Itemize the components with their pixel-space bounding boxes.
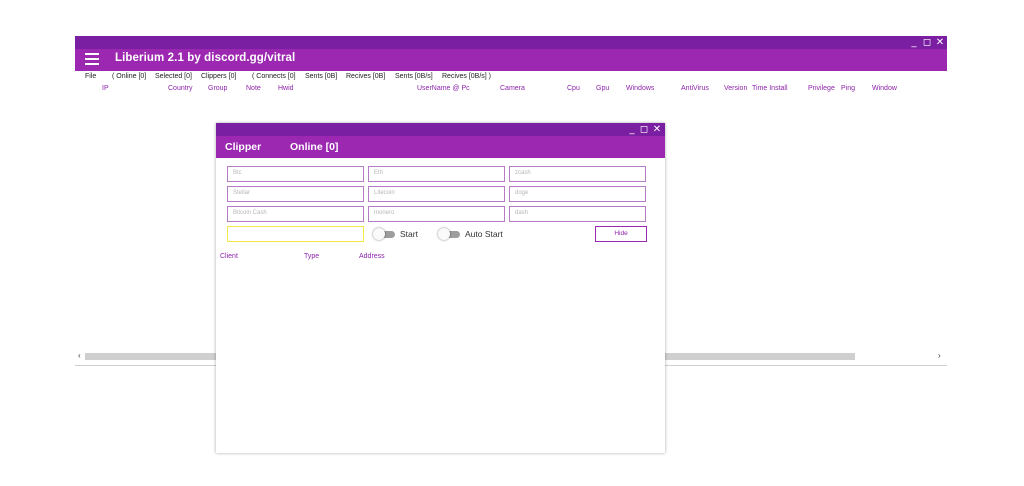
app-title: Liberium 2.1 by discord.gg/vitral <box>115 52 296 64</box>
field-placeholder: dash <box>515 210 529 216</box>
scroll-right-icon[interactable]: › <box>938 351 941 361</box>
toggle-knob <box>438 228 450 240</box>
column-username-pc[interactable]: UserName @ Pc <box>417 85 470 92</box>
column-country[interactable]: Country <box>168 85 193 92</box>
clipper-close-button[interactable]: ✕ <box>650 123 664 136</box>
minimize-button[interactable]: _ <box>907 36 921 49</box>
btc-address-field[interactable]: Btc <box>227 166 364 182</box>
column-cpu[interactable]: Cpu <box>567 85 580 92</box>
monero-address-field[interactable]: monero <box>368 206 505 222</box>
column-camera[interactable]: Camera <box>500 85 525 92</box>
field-placeholder: Litecoin <box>374 190 395 196</box>
column-group[interactable]: Group <box>208 85 227 92</box>
column-windows[interactable]: Windows <box>626 85 654 92</box>
main-title-bar[interactable]: _ ◻ ✕ <box>75 36 947 49</box>
clipper-title: Clipper <box>225 141 262 153</box>
menu-online[interactable]: ( Online [0] <box>112 73 146 80</box>
menu-sents[interactable]: Sents [0B] <box>305 73 337 80</box>
menu-file[interactable]: File <box>85 73 96 80</box>
auto-start-label: Auto Start <box>465 229 503 239</box>
menu-selected[interactable]: Selected [0] <box>155 73 192 80</box>
column-privilege[interactable]: Privilege <box>808 85 835 92</box>
client-input[interactable] <box>227 226 364 242</box>
close-button[interactable]: ✕ <box>933 36 947 49</box>
auto-start-toggle[interactable] <box>438 228 460 240</box>
column-type[interactable]: Type <box>304 253 319 260</box>
menu-connects[interactable]: ( Connects [0] <box>252 73 296 80</box>
doge-address-field[interactable]: doge <box>509 186 646 202</box>
column-time-install[interactable]: Time Install <box>752 85 788 92</box>
toggle-knob <box>373 228 385 240</box>
menu-recives-rate[interactable]: Recives [0B/s] ) <box>442 73 491 80</box>
clipper-online-count: Online [0] <box>290 141 339 153</box>
field-placeholder: doge <box>515 190 529 196</box>
bitcoin-cash-address-field[interactable]: Bitcoin Cash <box>227 206 364 222</box>
field-placeholder: Btc <box>233 170 242 176</box>
start-toggle[interactable] <box>373 228 395 240</box>
menu-recives[interactable]: Recives [0B] <box>346 73 385 80</box>
column-hwid[interactable]: Hwid <box>278 85 294 92</box>
stellar-address-field[interactable]: Stellar <box>227 186 364 202</box>
menu-sents-rate[interactable]: Sents [0B/s] <box>395 73 433 80</box>
field-placeholder: Bitcoin Cash <box>233 210 267 216</box>
field-placeholder: Eth <box>374 170 384 176</box>
column-antivirus[interactable]: AntiVirus <box>681 85 709 92</box>
field-placeholder: zcash <box>515 170 531 176</box>
column-address[interactable]: Address <box>359 253 385 260</box>
field-placeholder: Stellar <box>233 190 251 196</box>
clipper-maximize-button[interactable]: ◻ <box>637 123 651 136</box>
column-version[interactable]: Version <box>724 85 747 92</box>
clipper-window: _ ◻ ✕ Clipper Online [0] Btc Eth zcash S… <box>216 123 665 453</box>
menu-bar: File ( Online [0] Selected [0] Clippers … <box>75 72 947 83</box>
clipper-title-bar[interactable]: _ ◻ ✕ <box>216 123 665 136</box>
column-gpu[interactable]: Gpu <box>596 85 609 92</box>
hide-button[interactable]: Hide <box>595 226 647 242</box>
clipper-header: Clipper Online [0] <box>216 136 665 158</box>
menu-clippers[interactable]: Clippers [0] <box>201 73 236 80</box>
litecoin-address-field[interactable]: Litecoin <box>368 186 505 202</box>
column-note[interactable]: Note <box>246 85 261 92</box>
zcash-address-field[interactable]: zcash <box>509 166 646 182</box>
start-label: Start <box>400 229 418 239</box>
scroll-left-icon[interactable]: ‹ <box>78 351 81 361</box>
dash-address-field[interactable]: dash <box>509 206 646 222</box>
field-placeholder: monero <box>374 210 395 216</box>
column-ping[interactable]: Ping <box>841 85 855 92</box>
hamburger-menu-icon[interactable] <box>85 53 99 65</box>
eth-address-field[interactable]: Eth <box>368 166 505 182</box>
column-client[interactable]: Client <box>220 253 238 260</box>
app-header: Liberium 2.1 by discord.gg/vitral <box>75 49 947 71</box>
column-window[interactable]: Window <box>872 85 897 92</box>
column-ip[interactable]: IP <box>102 85 109 92</box>
maximize-button[interactable]: ◻ <box>920 36 934 49</box>
clients-table-header: IP Country Group Note Hwid UserName @ Pc… <box>75 84 947 95</box>
